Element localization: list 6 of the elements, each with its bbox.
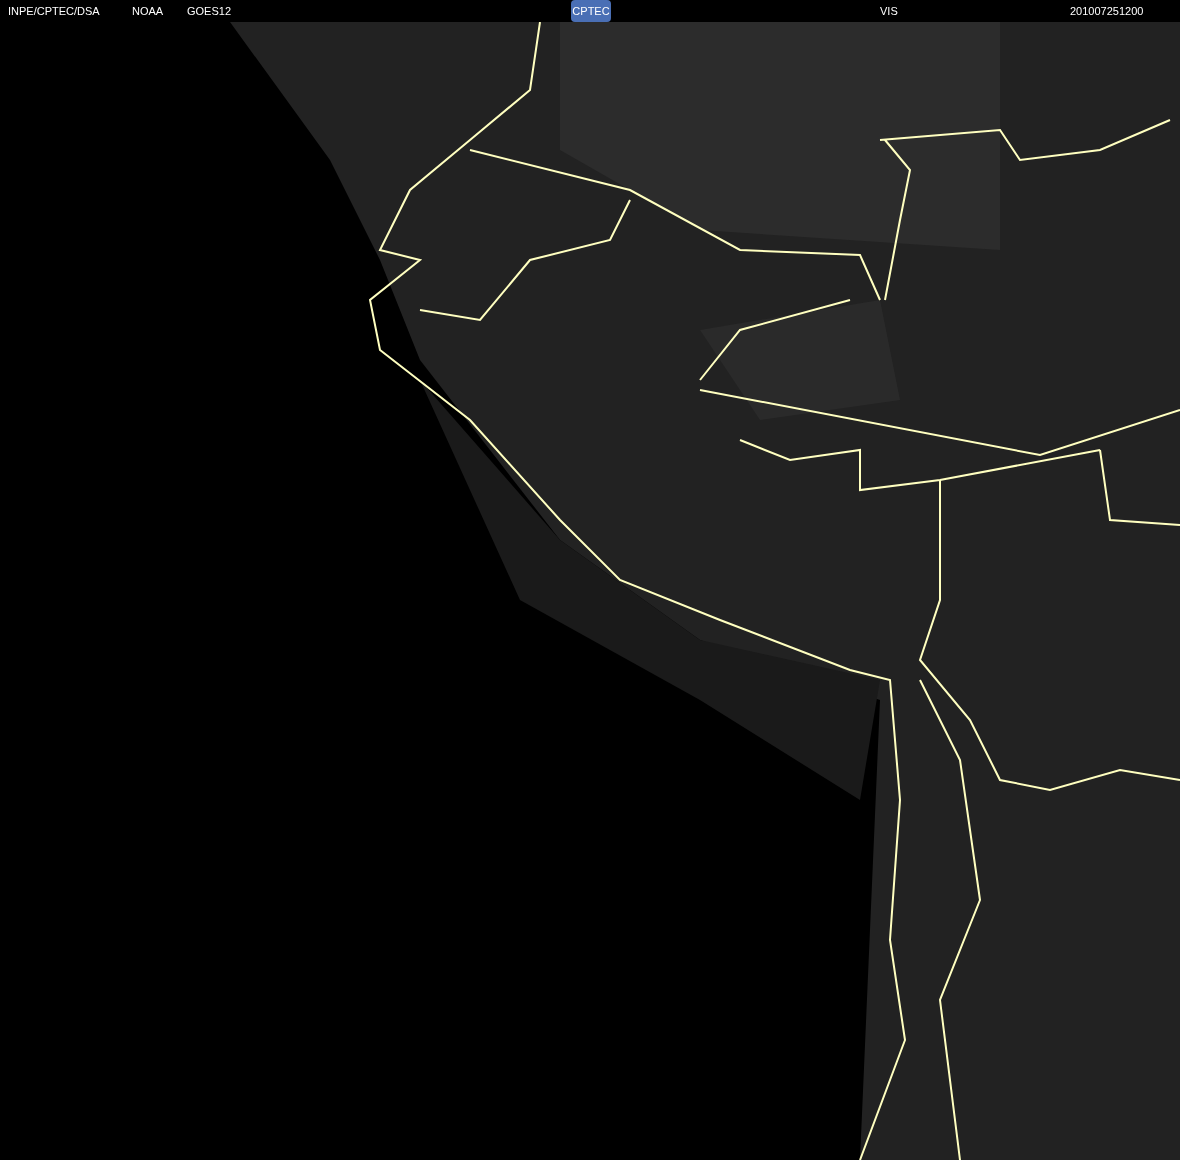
source-label: INPE/CPTEC/DSA [8, 3, 101, 19]
timestamp-label: 201007251200 [1070, 3, 1144, 19]
agency-label: NOAA [132, 3, 165, 19]
satellite-label: GOES12 [187, 3, 233, 19]
channel-label: VIS [880, 3, 899, 19]
logo: CPTEC [571, 0, 611, 22]
